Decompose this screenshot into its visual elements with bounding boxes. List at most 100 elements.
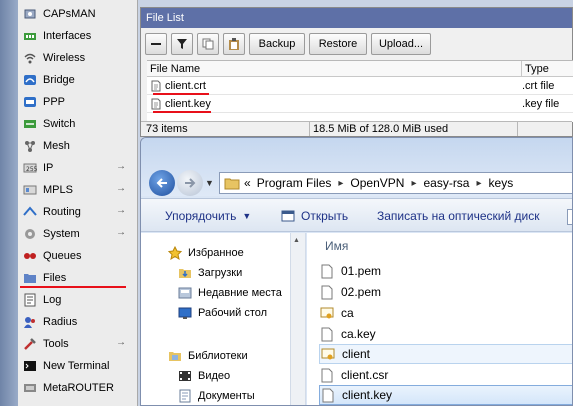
explorer-window: ▼ « Program Files ▸ OpenVPN ▸ easy-rsa ▸… bbox=[140, 137, 573, 406]
ppp-icon bbox=[22, 94, 38, 110]
list-item[interactable]: 02.pem bbox=[319, 282, 572, 302]
tools-icon bbox=[22, 336, 38, 352]
menu-item-mpls[interactable]: MPLS → bbox=[20, 179, 134, 201]
breadcrumb-easy-rsa[interactable]: easy-rsa bbox=[423, 176, 469, 190]
menu-item-capsman[interactable]: CAPsMAN bbox=[20, 3, 134, 25]
breadcrumb-separator-icon[interactable]: ▸ bbox=[411, 178, 416, 189]
list-item[interactable]: client.csr bbox=[319, 365, 572, 385]
menu-item-queues[interactable]: Queues bbox=[20, 245, 134, 267]
copy-icon bbox=[202, 38, 214, 49]
menu-item-label: MetaROUTER bbox=[43, 382, 114, 394]
menu-item-label: Interfaces bbox=[43, 30, 92, 42]
list-item[interactable]: 01.pem bbox=[319, 261, 572, 281]
menu-item-switch[interactable]: Switch bbox=[20, 113, 134, 135]
menu-item-wireless[interactable]: Wireless bbox=[20, 47, 134, 69]
list-item[interactable]: client.key bbox=[319, 385, 572, 405]
file-name-cell: client.key bbox=[165, 98, 211, 110]
table-row[interactable]: client.crt .crt file bbox=[147, 78, 573, 95]
nav-documents[interactable]: Документы bbox=[177, 388, 255, 404]
minus-icon bbox=[151, 42, 161, 45]
menu-item-label: Queues bbox=[43, 250, 82, 262]
menu-item-ip[interactable]: 255 IP → bbox=[20, 157, 134, 179]
file-icon bbox=[151, 80, 161, 92]
star-icon bbox=[167, 245, 183, 261]
remove-button[interactable] bbox=[145, 32, 167, 55]
list-item[interactable]: client bbox=[319, 344, 572, 364]
nav-libraries[interactable]: Библиотеки bbox=[167, 348, 248, 364]
menu-item-label: Log bbox=[43, 294, 62, 306]
menu-item-routing[interactable]: Routing → bbox=[20, 201, 134, 223]
column-header-name[interactable]: Имя bbox=[325, 239, 348, 253]
file-list-pane: Имя 01.pem 02.pem ca ca.key client clien… bbox=[307, 233, 572, 405]
menu-item-metarouter[interactable]: MetaROUTER bbox=[20, 377, 134, 399]
address-bar[interactable]: « Program Files ▸ OpenVPN ▸ easy-rsa ▸ k… bbox=[219, 172, 572, 194]
file-table: File Name Type client.crt .crt file clie… bbox=[147, 60, 573, 122]
file-list-toolbar: Backup Restore Upload... bbox=[141, 28, 572, 59]
list-item[interactable]: ca bbox=[319, 303, 572, 323]
certificate-icon bbox=[320, 345, 336, 363]
menu-item-new-terminal[interactable]: New Terminal bbox=[20, 355, 134, 377]
navigation-pane-scrollbar[interactable]: ▲ bbox=[291, 233, 306, 405]
paste-button[interactable] bbox=[223, 32, 245, 55]
menu-item-log[interactable]: Log bbox=[20, 289, 134, 311]
column-header-file-name[interactable]: File Name bbox=[147, 61, 522, 77]
breadcrumb-separator-icon[interactable]: ▸ bbox=[338, 178, 343, 189]
nav-favorites[interactable]: Избранное bbox=[167, 245, 244, 261]
nav-desktop[interactable]: Рабочий стол bbox=[177, 305, 267, 321]
open-button[interactable]: Открыть bbox=[281, 209, 348, 223]
terminal-icon bbox=[22, 358, 38, 374]
menu-item-label: Files bbox=[43, 272, 67, 284]
log-icon bbox=[22, 292, 38, 308]
menu-item-label: MPLS bbox=[43, 184, 73, 196]
breadcrumb-label: easy-rsa bbox=[423, 176, 470, 190]
breadcrumb-program-files[interactable]: Program Files bbox=[257, 176, 332, 190]
submenu-arrow-icon: → bbox=[116, 183, 126, 194]
breadcrumb-label: Program Files bbox=[256, 176, 332, 190]
copy-button[interactable] bbox=[197, 32, 219, 55]
breadcrumb-label: keys bbox=[488, 176, 514, 190]
restore-button[interactable]: Restore bbox=[309, 32, 367, 55]
back-arrow-icon bbox=[156, 178, 167, 188]
nav-recent-places[interactable]: Недавние места bbox=[177, 285, 282, 301]
history-dropdown-icon[interactable]: ▼ bbox=[205, 178, 214, 188]
view-options-button[interactable] bbox=[567, 209, 572, 225]
backup-button[interactable]: Backup bbox=[249, 32, 305, 55]
menu-item-partial[interactable] bbox=[20, 399, 134, 406]
column-header-type[interactable]: Type bbox=[522, 61, 573, 77]
filter-button[interactable] bbox=[171, 32, 193, 55]
nav-downloads[interactable]: Загрузки bbox=[177, 265, 242, 281]
submenu-arrow-icon: → bbox=[116, 161, 126, 172]
address-overflow-chevron[interactable]: « bbox=[244, 176, 251, 190]
upload-button[interactable]: Upload... bbox=[371, 32, 431, 55]
menu-item-system[interactable]: System → bbox=[20, 223, 134, 245]
menu-item-radius[interactable]: Radius bbox=[20, 311, 134, 333]
wireless-icon bbox=[22, 50, 38, 66]
file-name: client bbox=[342, 347, 371, 361]
submenu-arrow-icon: → bbox=[116, 337, 126, 348]
forward-button[interactable] bbox=[177, 170, 203, 196]
menu-item-tools[interactable]: Tools → bbox=[20, 333, 134, 355]
breadcrumb-keys[interactable]: keys bbox=[489, 176, 514, 190]
submenu-arrow-icon: → bbox=[116, 205, 126, 216]
file-type-cell: .key file bbox=[522, 98, 560, 110]
burn-to-disc-button[interactable]: Записать на оптический диск bbox=[377, 209, 540, 223]
menu-item-bridge[interactable]: Bridge bbox=[20, 69, 134, 91]
menu-item-interfaces[interactable]: Interfaces bbox=[20, 25, 134, 47]
svg-text:255: 255 bbox=[26, 166, 37, 173]
menu-item-label: CAPsMAN bbox=[43, 8, 96, 20]
scroll-up-icon[interactable]: ▲ bbox=[293, 237, 303, 247]
menu-item-ppp[interactable]: PPP bbox=[20, 91, 134, 113]
back-button[interactable] bbox=[149, 170, 175, 196]
menu-item-mesh[interactable]: Mesh bbox=[20, 135, 134, 157]
open-window-icon bbox=[281, 210, 295, 222]
file-list-window: File List Backup Restore Upload... File … bbox=[140, 7, 573, 137]
breadcrumb-separator-icon[interactable]: ▸ bbox=[476, 178, 481, 189]
client-crt-red-underline bbox=[153, 93, 209, 95]
nav-video[interactable]: Видео bbox=[177, 368, 230, 384]
nav-label: Документы bbox=[198, 390, 255, 402]
organize-menu[interactable]: Упорядочить ▼ bbox=[165, 209, 251, 223]
breadcrumb-openvpn[interactable]: OpenVPN bbox=[350, 176, 404, 190]
list-item[interactable]: ca.key bbox=[319, 324, 572, 344]
menu-item-label: Routing bbox=[43, 206, 81, 218]
radius-icon bbox=[22, 314, 38, 330]
